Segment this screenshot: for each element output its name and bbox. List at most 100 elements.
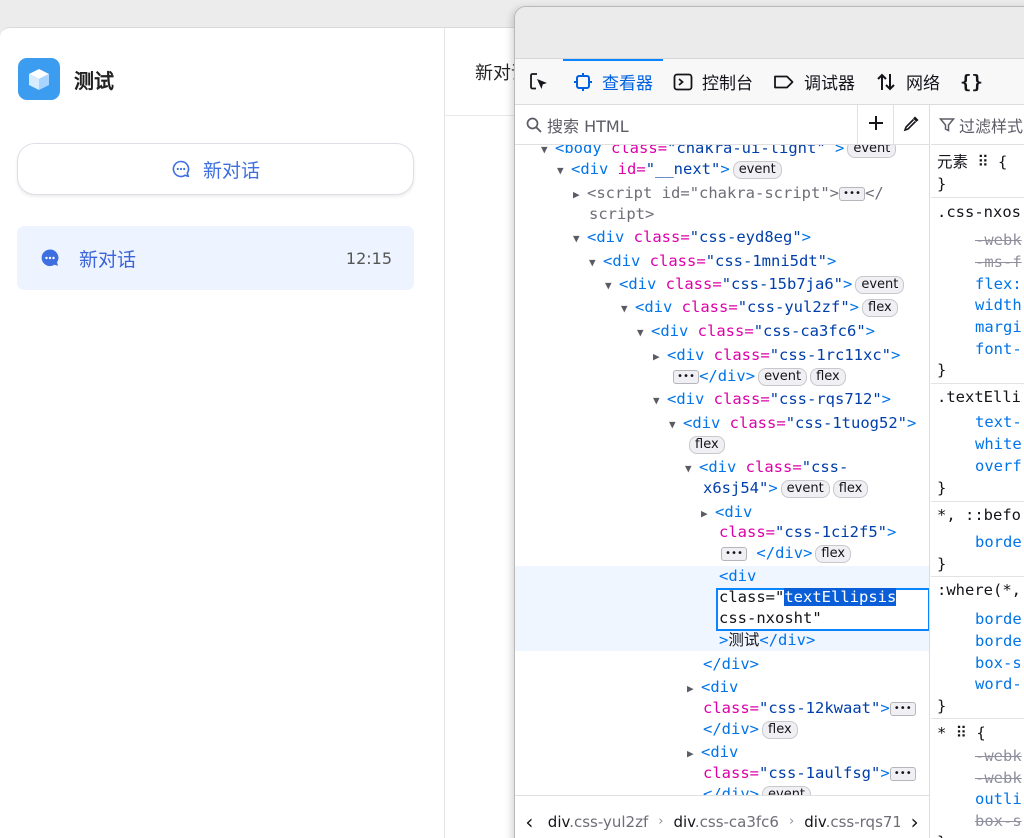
rule-selector[interactable]: .css-nxos <box>931 201 1024 223</box>
chat-history-item[interactable]: 新对话 12:15 <box>17 226 414 290</box>
collapse-twisty-icon[interactable]: ▼ <box>653 389 667 412</box>
rule-property[interactable]: width <box>931 294 1024 316</box>
collapse-twisty-icon[interactable]: ▼ <box>685 457 699 480</box>
rule-divider <box>931 383 1024 384</box>
rule-property[interactable]: borde <box>931 630 1024 652</box>
add-node-button[interactable] <box>857 104 893 145</box>
expand-twisty-icon[interactable]: ▶ <box>701 502 715 525</box>
rule-property[interactable]: box-s <box>931 652 1024 674</box>
rule-property[interactable]: font- <box>931 338 1024 360</box>
breadcrumb-scroll-left-icon[interactable]: ‹ <box>515 810 544 834</box>
flex-badge[interactable]: flex <box>810 368 846 386</box>
flex-badge[interactable]: flex <box>815 545 852 563</box>
breadcrumb-scroll-right-icon[interactable]: › <box>900 810 929 834</box>
rule-property[interactable]: text- <box>931 411 1024 433</box>
event-badge[interactable]: event <box>762 786 812 795</box>
new-chat-button[interactable]: 新对话 <box>17 143 414 195</box>
tree-node[interactable]: ▼ <div class="css-yul2zf"> flex <box>621 296 929 319</box>
tree-node[interactable]: ▼ <div class="css-1tuog52"> <box>669 412 929 435</box>
tree-node-cont: class="css-1aulfsg"> ••• <box>703 762 929 785</box>
event-badge[interactable]: event <box>847 145 897 158</box>
tag-end: > <box>720 160 730 178</box>
collapsed-content-icon[interactable]: ••• <box>673 370 700 384</box>
rule-property[interactable]: -webk <box>931 767 1024 789</box>
app-logo[interactable]: 测试 <box>18 58 114 100</box>
selected-node[interactable]: <div <box>719 565 929 588</box>
rule-property[interactable]: -webk <box>931 229 1024 251</box>
tag-name: <div <box>667 346 705 364</box>
element-picker-button[interactable] <box>515 59 563 105</box>
tag-name: <div <box>667 390 705 408</box>
rule-property[interactable]: white <box>931 433 1024 455</box>
attr-value: "__next" <box>645 160 721 178</box>
rule-selector[interactable]: .textElli <box>931 386 1024 408</box>
collapse-twisty-icon[interactable]: ▼ <box>621 297 635 320</box>
event-badge[interactable]: event <box>732 161 782 179</box>
closing-tag: script> <box>589 205 655 223</box>
attr-value: "css-1tuog52" <box>785 414 908 432</box>
rule-property[interactable]: word- <box>931 673 1024 695</box>
tree-node[interactable]: ▼ <div class="css-rqs712"> <box>653 388 929 411</box>
event-badge[interactable]: event <box>780 480 830 498</box>
collapse-twisty-icon[interactable]: ▼ <box>573 227 587 250</box>
tab-debugger[interactable]: 调试器 <box>763 59 865 105</box>
collapse-twisty-icon[interactable]: ▼ <box>669 413 683 436</box>
html-search-input[interactable]: 搜索 HTML <box>547 113 857 137</box>
collapse-twisty-icon[interactable]: ▼ <box>589 251 603 274</box>
rule-property[interactable]: borde <box>931 531 1024 553</box>
filter-styles-input[interactable]: 过滤样式 <box>959 113 1023 137</box>
flex-badge[interactable]: flex <box>862 299 898 317</box>
expand-twisty-icon[interactable]: ▶ <box>687 677 701 700</box>
devtools-titlebar[interactable] <box>515 7 1024 59</box>
rule-selector[interactable]: * ⠿ { <box>931 722 1024 744</box>
rule-selector[interactable]: 元素 ⠿ { <box>931 151 1024 173</box>
tree-node[interactable]: ▼ <div class="css-15b7ja6"> event <box>605 273 929 296</box>
tab-network[interactable]: 网络 <box>865 59 950 105</box>
tab-inspector[interactable]: 查看器 <box>563 58 663 105</box>
rule-property[interactable]: flex: <box>931 273 1024 295</box>
rule-property[interactable]: box-s <box>931 810 1024 832</box>
rule-property[interactable]: borde <box>931 608 1024 630</box>
flex-badge[interactable]: flex <box>762 721 798 739</box>
tab-style-editor[interactable]: {} <box>950 59 993 105</box>
tag-name: <div <box>699 458 737 476</box>
expand-twisty-icon[interactable]: ▶ <box>687 742 701 765</box>
tree-node[interactable]: ▶ <div <box>687 676 929 699</box>
flex-badge[interactable]: flex <box>832 480 869 498</box>
breadcrumb-item[interactable]: div.css-rqs712 <box>800 813 900 831</box>
tree-node[interactable]: ▼ <div class="css- <box>685 456 929 479</box>
collapse-twisty-icon[interactable]: ▼ <box>557 159 571 182</box>
collapsed-content-icon[interactable]: ••• <box>839 187 866 201</box>
rule-selector[interactable]: :where(*, <box>931 579 1024 601</box>
rule-selector[interactable]: *, ::befo <box>931 504 1024 526</box>
rule-property[interactable]: -ms-f <box>931 251 1024 273</box>
collapsed-content-icon[interactable]: ••• <box>889 702 916 716</box>
rule-property[interactable]: outli <box>931 788 1024 810</box>
collapse-twisty-icon[interactable]: ▼ <box>637 321 651 344</box>
breadcrumb-item[interactable]: div.css-yul2zf <box>544 813 652 831</box>
expand-twisty-icon[interactable]: ▶ <box>653 345 667 368</box>
collapse-twisty-icon[interactable]: ▼ <box>541 145 555 161</box>
rule-property[interactable]: margi <box>931 316 1024 338</box>
eyedropper-button[interactable] <box>893 104 929 145</box>
event-badge[interactable]: event <box>855 276 905 294</box>
collapsed-content-icon[interactable]: ••• <box>721 547 748 561</box>
breadcrumb-item[interactable]: div.css-ca3fc6 <box>669 813 783 831</box>
tree-node[interactable]: ▼ <div class="css-ca3fc6"> <box>637 320 929 343</box>
collapsed-content-icon[interactable]: ••• <box>889 767 916 781</box>
flex-badge[interactable]: flex <box>689 436 725 454</box>
expand-twisty-icon[interactable]: ▶ <box>573 183 587 206</box>
tab-console[interactable]: 控制台 <box>663 59 763 105</box>
tree-node[interactable]: ▶ <div <box>687 741 929 764</box>
tree-node-cont: flex <box>689 433 929 456</box>
collapse-twisty-icon[interactable]: ▼ <box>605 274 619 297</box>
tree-node-next[interactable]: ▼ <div id="__next"> event <box>557 158 929 181</box>
tree-node[interactable]: ▼ <div class="css-1mni5dt"> <box>589 250 929 273</box>
tree-node[interactable]: ▶ <div class="css-1rc11xc"> <box>653 344 929 367</box>
rule-property[interactable]: -webk <box>931 745 1024 767</box>
tree-node[interactable]: ▼ <div class="css-eyd8eg"> <box>573 226 929 249</box>
tag-end: > <box>880 764 890 782</box>
tree-node-script[interactable]: ▶ <script id="chakra-script"> ••• </ <box>573 182 929 205</box>
rule-property[interactable]: overf <box>931 455 1024 477</box>
event-badge[interactable]: event <box>758 368 808 386</box>
